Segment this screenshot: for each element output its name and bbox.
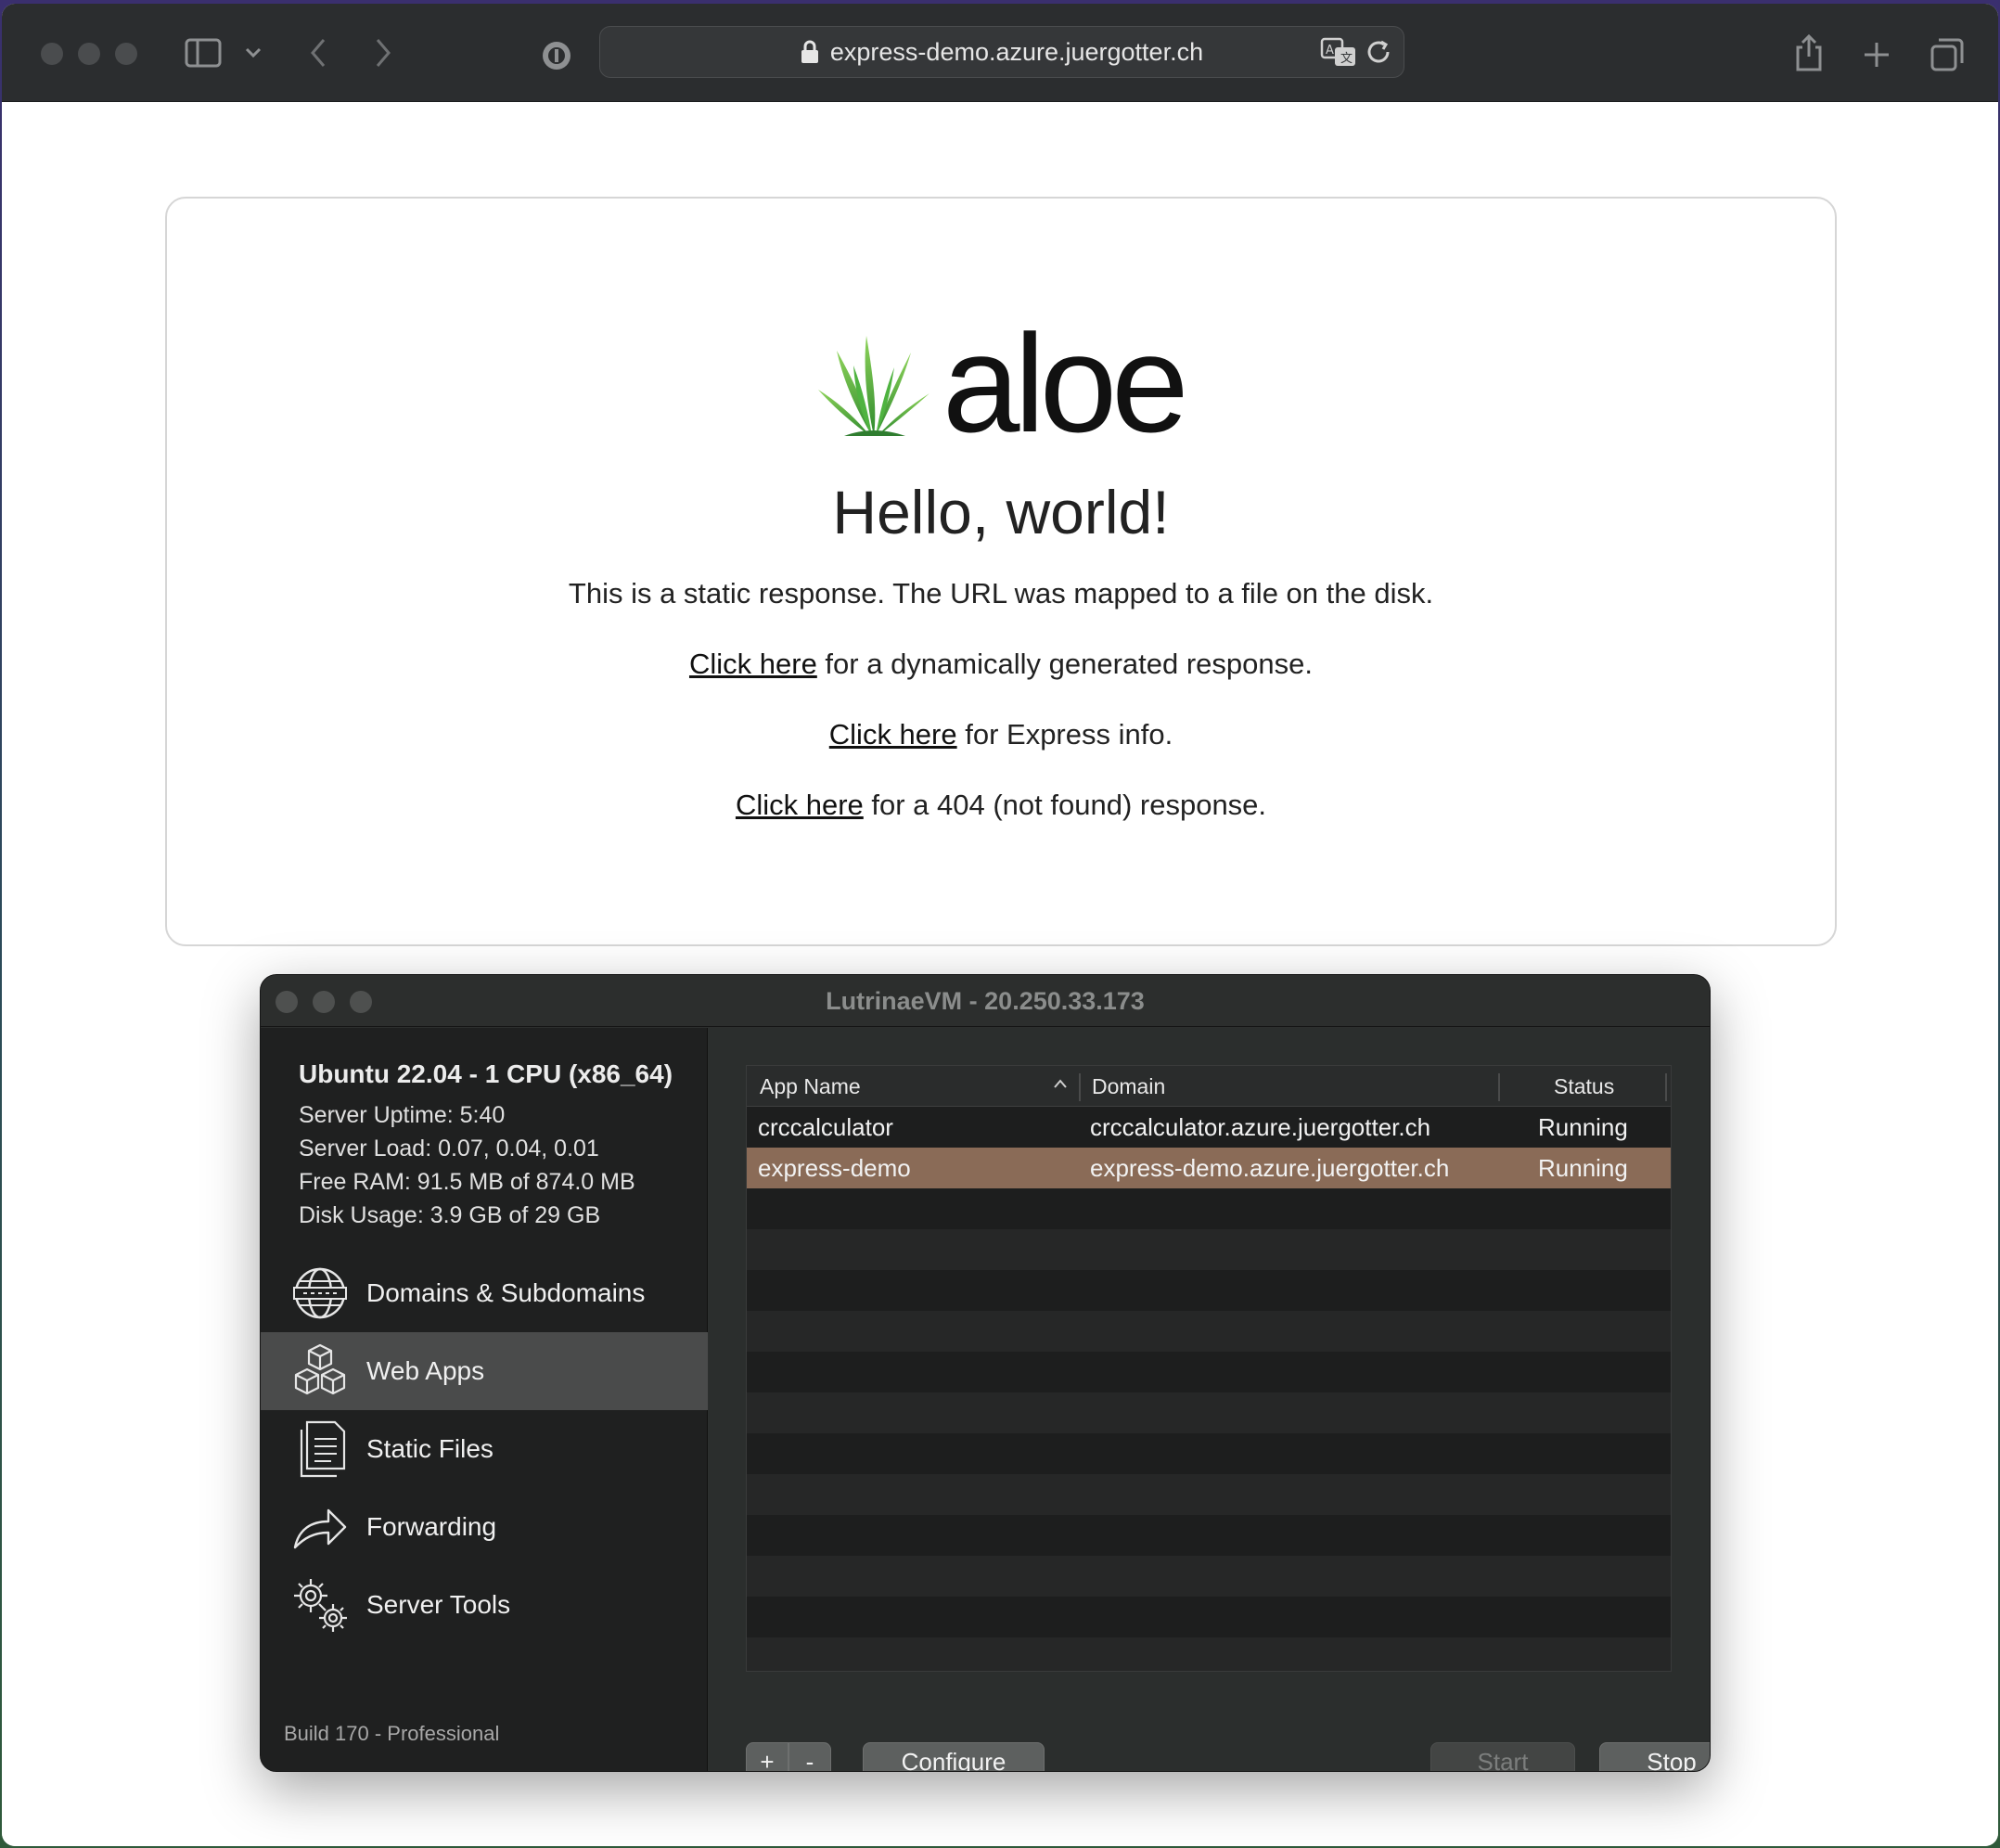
table-header: App Name Domain Status: [747, 1066, 1671, 1107]
content-card: aloe Hello, world! This is a static resp…: [165, 197, 1837, 946]
back-icon[interactable]: [304, 37, 332, 69]
tab-overview-icon[interactable]: [1929, 37, 1965, 72]
lutrinaevm-window: LutrinaeVM - 20.250.33.173 Ubuntu 22.04 …: [260, 974, 1711, 1772]
zoom-window-button[interactable]: [115, 43, 137, 65]
sidebar-toggle-icon[interactable]: [184, 37, 223, 69]
sidebar-item-label: Domains & Subdomains: [366, 1278, 646, 1307]
globe-icon: [290, 1264, 350, 1323]
cubes-icon: [290, 1341, 350, 1401]
column-separator[interactable]: [1665, 1073, 1667, 1101]
dynamic-response-line: Click here for a dynamically generated r…: [167, 648, 1835, 681]
cell-app-name: express-demo: [758, 1154, 911, 1182]
browser-toolbar: express-demo.azure.juergotter.ch A文: [2, 4, 1998, 102]
empty-row: [747, 1229, 1671, 1270]
empty-row: [747, 1597, 1671, 1637]
close-window-button[interactable]: [41, 43, 63, 65]
share-icon[interactable]: [1792, 33, 1826, 72]
app-zoom-button[interactable]: [350, 991, 372, 1013]
server-load: Server Load: 0.07, 0.04, 0.01: [299, 1136, 599, 1161]
forward-arrow-icon: [290, 1497, 350, 1557]
app-title-bar: LutrinaeVM - 20.250.33.173: [261, 975, 1710, 1027]
not-found-link[interactable]: Click here: [736, 789, 864, 821]
dynamic-response-link[interactable]: Click here: [689, 648, 817, 680]
express-info-text: for Express info.: [956, 718, 1173, 751]
url-text: express-demo.azure.juergotter.ch: [829, 37, 1204, 66]
logo-text: aloe: [942, 305, 1189, 461]
svg-text:文: 文: [1340, 52, 1353, 66]
empty-row: [747, 1433, 1671, 1474]
free-ram: Free RAM: 91.5 MB of 874.0 MB: [299, 1169, 635, 1195]
cell-domain: express-demo.azure.juergotter.ch: [1090, 1154, 1450, 1182]
system-title: Ubuntu 22.04 - 1 CPU (x86_64): [299, 1059, 673, 1088]
cell-app-name: crccalculator: [758, 1113, 893, 1141]
static-response-text: This is a static response. The URL was m…: [568, 577, 1434, 610]
server-uptime: Server Uptime: 5:40: [299, 1102, 506, 1128]
lock-icon: [801, 40, 818, 63]
add-app-button[interactable]: +: [746, 1742, 788, 1771]
app-minimize-button[interactable]: [313, 991, 335, 1013]
aloe-plant-icon: [818, 336, 929, 436]
empty-row: [747, 1311, 1671, 1352]
express-info-line: Click here for Express info.: [167, 718, 1835, 751]
sidebar: Ubuntu 22.04 - 1 CPU (x86_64) Server Upt…: [261, 1028, 708, 1771]
app-title: LutrinaeVM - 20.250.33.173: [826, 987, 1145, 1015]
empty-row: [747, 1637, 1671, 1671]
empty-row: [747, 1270, 1671, 1311]
table-row-selected[interactable]: express-demo express-demo.azure.juergott…: [747, 1148, 1671, 1188]
aloe-logo: aloe: [816, 305, 1189, 461]
empty-row: [747, 1474, 1671, 1515]
empty-row: [747, 1556, 1671, 1597]
table-row[interactable]: crccalculator crccalculator.azure.juergo…: [747, 1107, 1671, 1148]
column-header-app-name[interactable]: App Name: [760, 1066, 861, 1107]
sort-ascending-icon: [1053, 1077, 1068, 1094]
sidebar-item-forwarding[interactable]: Forwarding: [261, 1488, 708, 1566]
cell-status: Running: [1538, 1154, 1628, 1182]
remove-app-button[interactable]: -: [788, 1742, 831, 1771]
sidebar-item-domains[interactable]: Domains & Subdomains: [261, 1254, 708, 1332]
password-manager-icon[interactable]: [540, 39, 573, 72]
minimize-window-button[interactable]: [78, 43, 100, 65]
new-tab-icon[interactable]: [1861, 39, 1892, 71]
gears-icon: [290, 1575, 350, 1635]
sidebar-item-label: Forwarding: [366, 1512, 497, 1541]
stop-button[interactable]: Stop: [1599, 1742, 1710, 1771]
chevron-down-icon[interactable]: [243, 43, 263, 63]
page-heading: Hello, world!: [832, 478, 1170, 546]
column-separator[interactable]: [1079, 1073, 1081, 1101]
web-apps-table: App Name Domain Status crccalculator crc…: [746, 1065, 1672, 1672]
sidebar-item-server-tools[interactable]: Server Tools: [261, 1566, 708, 1644]
empty-row: [747, 1352, 1671, 1392]
sidebar-item-web-apps[interactable]: Web Apps: [261, 1332, 708, 1410]
cell-status: Running: [1538, 1113, 1628, 1141]
sidebar-item-label: Server Tools: [366, 1590, 511, 1619]
address-bar[interactable]: express-demo.azure.juergotter.ch A文: [599, 26, 1404, 78]
translate-icon[interactable]: A文: [1320, 36, 1357, 72]
column-separator[interactable]: [1498, 1073, 1500, 1101]
sidebar-item-label: Static Files: [366, 1434, 494, 1463]
column-header-domain[interactable]: Domain: [1092, 1066, 1165, 1107]
start-button[interactable]: Start: [1430, 1742, 1575, 1771]
express-info-link[interactable]: Click here: [829, 718, 957, 751]
cell-domain: crccalculator.azure.juergotter.ch: [1090, 1113, 1431, 1141]
disk-usage: Disk Usage: 3.9 GB of 29 GB: [299, 1202, 601, 1228]
empty-row: [747, 1392, 1671, 1433]
configure-button[interactable]: Configure: [863, 1742, 1045, 1771]
column-header-status[interactable]: Status: [1554, 1066, 1614, 1107]
dynamic-response-text: for a dynamically generated response.: [816, 648, 1314, 680]
svg-text:A: A: [1326, 44, 1334, 58]
reload-icon[interactable]: [1365, 38, 1392, 71]
not-found-line: Click here for a 404 (not found) respons…: [167, 789, 1835, 822]
web-apps-panel: App Name Domain Status crccalculator crc…: [709, 1028, 1710, 1771]
not-found-text: for a 404 (not found) response.: [863, 789, 1267, 821]
sidebar-item-static-files[interactable]: Static Files: [261, 1410, 708, 1488]
forward-icon[interactable]: [369, 37, 397, 69]
app-close-button[interactable]: [276, 991, 298, 1013]
document-icon: [290, 1419, 350, 1479]
build-info: Build 170 - Professional: [284, 1722, 500, 1745]
sidebar-item-label: Web Apps: [366, 1356, 485, 1385]
empty-row: [747, 1515, 1671, 1556]
empty-row: [747, 1188, 1671, 1229]
